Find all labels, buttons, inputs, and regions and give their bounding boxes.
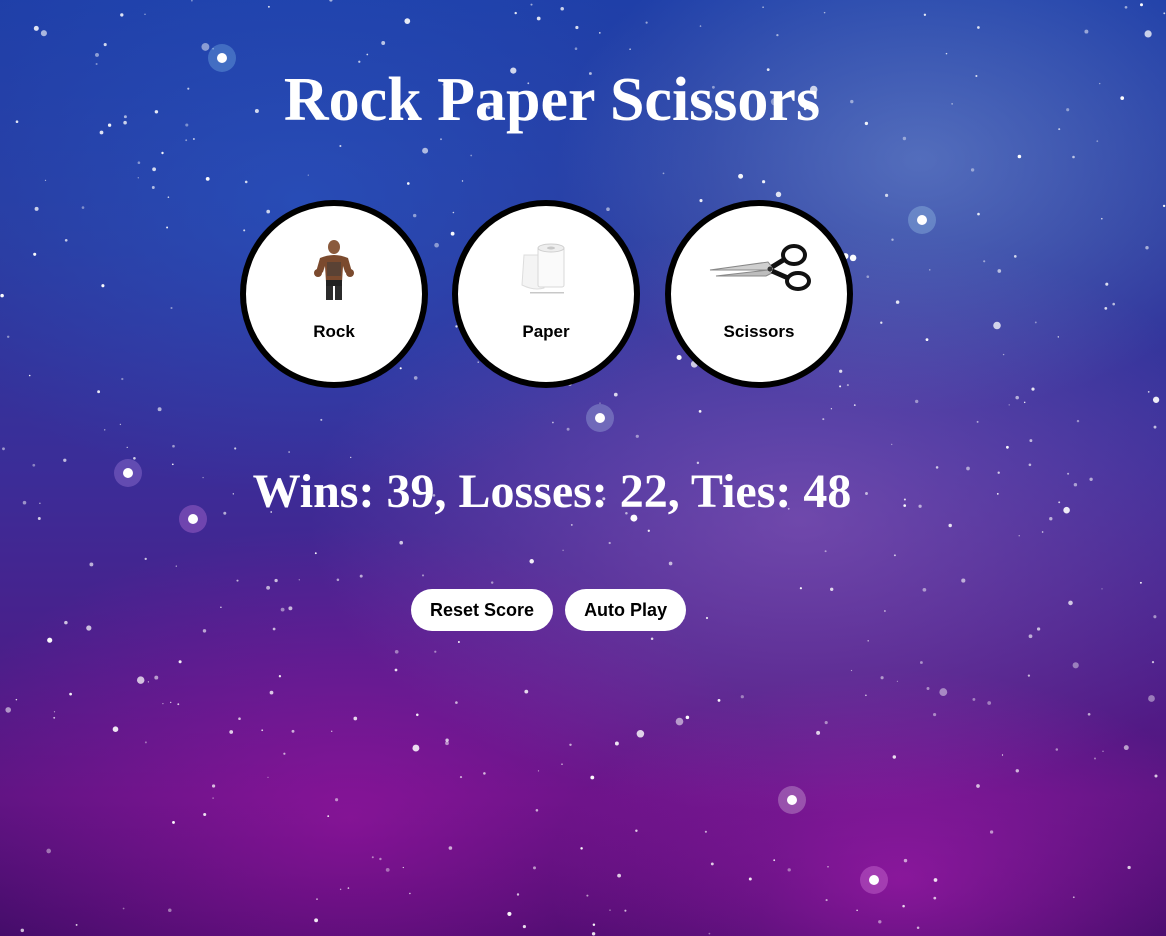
toilet-paper-roll-icon [458, 236, 634, 302]
page-title: Rock Paper Scissors [283, 66, 821, 134]
reset-score-button[interactable]: Reset Score [411, 589, 554, 631]
paper-button[interactable]: Paper [452, 200, 640, 388]
scissors-label: Scissors [723, 322, 795, 341]
auto-play-button[interactable]: Auto Play [565, 589, 687, 631]
rock-button[interactable]: Rock [240, 200, 428, 388]
controls-row: Reset Score Auto Play [411, 589, 687, 631]
scissors-icon [671, 236, 847, 302]
score-display: Wins: 39, Losses: 22, Ties: 48 [252, 465, 852, 518]
rock-wrestler-icon [246, 236, 422, 302]
paper-label: Paper [522, 322, 570, 341]
rock-label: Rock [313, 322, 355, 341]
scissors-button[interactable]: Scissors [665, 200, 853, 388]
